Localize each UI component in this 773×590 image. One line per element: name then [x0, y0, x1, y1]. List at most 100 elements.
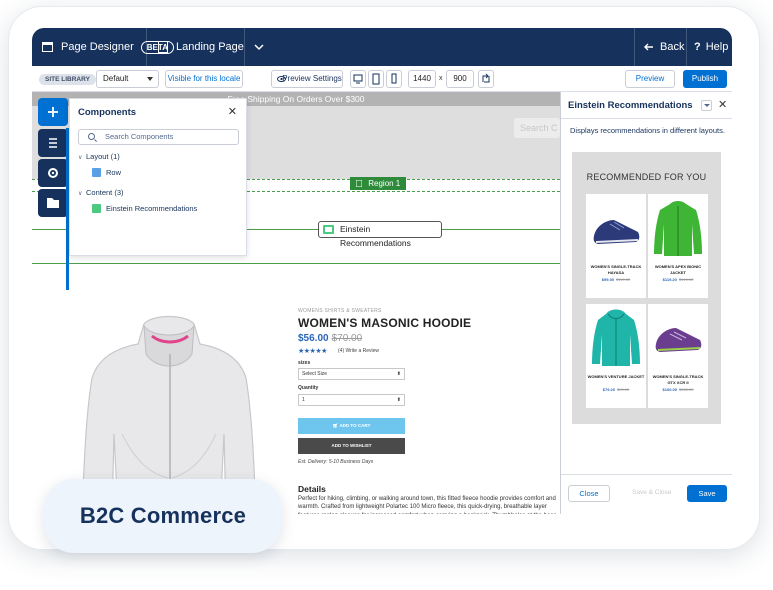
page-designer-icon	[42, 42, 53, 52]
divider	[561, 474, 732, 475]
tree-item-row[interactable]: Row	[106, 168, 121, 177]
assets-button[interactable]	[38, 189, 68, 217]
quantity-select[interactable]: 1 ⬍	[298, 394, 405, 406]
einstein-recommendations-icon	[92, 204, 101, 213]
rec-product-price: $100.00 $130.00	[662, 387, 694, 392]
plus-icon	[48, 107, 58, 117]
product-price: $56.00	[298, 333, 329, 344]
store-search: Search C	[514, 118, 560, 138]
close-button[interactable]: Close	[568, 485, 610, 502]
badge-label: B2C Commerce	[79, 503, 247, 528]
save-button[interactable]: Save	[687, 485, 727, 502]
visible-locale-button[interactable]: Visible for this locale	[165, 70, 243, 88]
components-panel-title: Components	[78, 107, 137, 118]
product-price-group: $56.00 $70.00	[298, 333, 362, 344]
drag-handle-icon	[355, 179, 363, 188]
rec-product-price: $99.00 $119.00	[601, 277, 631, 282]
tree-group-content[interactable]: ∨ Content (3)	[78, 188, 124, 197]
properties-panel-title: Einstein Recommendations	[568, 100, 693, 111]
page-name: Landing Page	[176, 41, 244, 53]
details-heading: Details	[298, 484, 326, 494]
star-rating-icon: ★★★★★	[298, 348, 327, 355]
caret-down-icon	[147, 77, 153, 81]
einstein-component-placeholder[interactable]: Einstein Recommendations	[318, 221, 442, 248]
jacket-teal-icon	[592, 309, 640, 366]
panel-menu-dropdown[interactable]	[701, 100, 712, 111]
add-to-wishlist-button[interactable]: ADD TO WISHLIST	[298, 438, 405, 454]
close-icon[interactable]: ✕	[228, 105, 237, 118]
rec-product-name: WOMEN'S APEX BIONIC JACKET	[654, 264, 702, 275]
locale-select-value: Default	[103, 74, 129, 83]
site-library-button[interactable]: SITE LIBRARY	[39, 74, 96, 85]
region-label[interactable]: Region 1	[350, 177, 407, 190]
list-icon	[49, 138, 57, 148]
chevron-down-icon: ∨	[78, 155, 83, 161]
product-old-price: $70.00	[331, 333, 363, 344]
folder-icon	[47, 198, 59, 208]
help-icon: ?	[694, 41, 701, 53]
back-arrow-icon	[644, 43, 653, 51]
structure-button[interactable]	[38, 129, 68, 157]
tree-group-layout[interactable]: ∨ Layout (1)	[78, 152, 120, 161]
settings-button[interactable]	[38, 159, 68, 187]
mobile-icon	[391, 73, 397, 84]
height-input[interactable]: 900	[446, 70, 474, 88]
preview-settings-button[interactable]: Preview Settings	[271, 70, 343, 88]
size-select-value: Select Size	[302, 371, 328, 377]
help-label: Help	[705, 41, 729, 53]
mobile-view-button[interactable]	[386, 70, 402, 88]
shoe-navy-icon	[593, 220, 640, 244]
page-selector[interactable]: Landing Page	[158, 28, 264, 66]
help-button[interactable]: ? Help	[694, 28, 728, 66]
preview-button[interactable]: Preview	[625, 70, 675, 88]
write-review-link[interactable]: (4) Write a Review	[338, 348, 379, 354]
add-to-cart-label: ADD TO CART	[339, 423, 371, 428]
component-search-input[interactable]: Search Components	[78, 129, 239, 145]
rotate-icon	[482, 73, 490, 83]
rec-product-card: WOMEN'S VENTURE JACKET $79.20 $99.00	[586, 304, 646, 408]
chevron-down-icon: ∨	[78, 191, 83, 197]
recommendations-heading: RECOMMENDED FOR YOU	[586, 172, 707, 182]
rec-product-card: WOMEN'S SINGLE-TRACK HAYASA $99.00 $119.0…	[586, 194, 646, 298]
tablet-view-button[interactable]	[368, 70, 384, 88]
tree-group-label: Content (3)	[86, 188, 124, 197]
select-arrows-icon: ⬍	[396, 397, 401, 403]
components-panel: Components ✕ Search Components ∨ Layout (…	[69, 98, 247, 256]
add-to-cart-button[interactable]: 🛒︎ ADD TO CART	[298, 418, 405, 434]
desktop-view-button[interactable]	[350, 70, 366, 88]
divider	[561, 118, 732, 119]
locale-select[interactable]: Default	[96, 70, 159, 88]
product-badge: B2C Commerce	[44, 479, 282, 553]
add-component-button[interactable]	[38, 98, 68, 126]
tree-item-einstein-recommendations[interactable]: Einstein Recommendations	[106, 204, 197, 213]
product-breadcrumb[interactable]: WOMENS SHIRTS & SWEATERS	[298, 308, 382, 314]
sizes-label: sizes	[298, 360, 311, 366]
rec-product-name: WOMEN'S VENTURE JACKET	[587, 374, 645, 379]
back-button[interactable]: Back	[644, 28, 684, 66]
rotate-button[interactable]	[478, 70, 494, 88]
size-select[interactable]: Select Size ⬍	[298, 368, 405, 380]
close-icon[interactable]: ✕	[718, 98, 727, 111]
rec-product-name: WOMEN'S SINGLE-TRACK GTX XCR II	[652, 374, 704, 385]
publish-button[interactable]: Publish	[683, 70, 727, 88]
shoe-purple-icon	[655, 328, 702, 352]
rec-product-card: WOMEN'S APEX BIONIC JACKET $119.20 $149.0…	[648, 194, 708, 298]
properties-description: Displays recommendations in different la…	[570, 126, 725, 135]
quantity-label: Quantity	[298, 385, 319, 391]
width-input[interactable]: 1440	[408, 70, 436, 88]
document-icon	[158, 41, 168, 53]
select-arrows-icon: ⬍	[396, 371, 401, 377]
properties-panel: Einstein Recommendations ✕ Displays reco…	[560, 92, 732, 514]
preview-settings-label: Preview Settings	[282, 74, 342, 83]
save-and-close-button[interactable]: Save & Close	[632, 489, 671, 496]
details-text: Perfect for hiking, climbing, or walking…	[298, 496, 557, 514]
app-title: Page Designer	[61, 41, 134, 53]
desktop-icon	[353, 74, 363, 84]
tablet-icon	[372, 73, 380, 85]
chevron-down-icon	[254, 43, 264, 50]
designer-toolbar: SITE LIBRARY Default Visible for this lo…	[32, 66, 732, 92]
app-title-group: Page Designer BETA	[42, 28, 174, 66]
back-label: Back	[660, 41, 685, 53]
rec-product-name: WOMEN'S SINGLE-TRACK HAYASA	[590, 264, 642, 275]
eye-icon	[277, 76, 286, 82]
